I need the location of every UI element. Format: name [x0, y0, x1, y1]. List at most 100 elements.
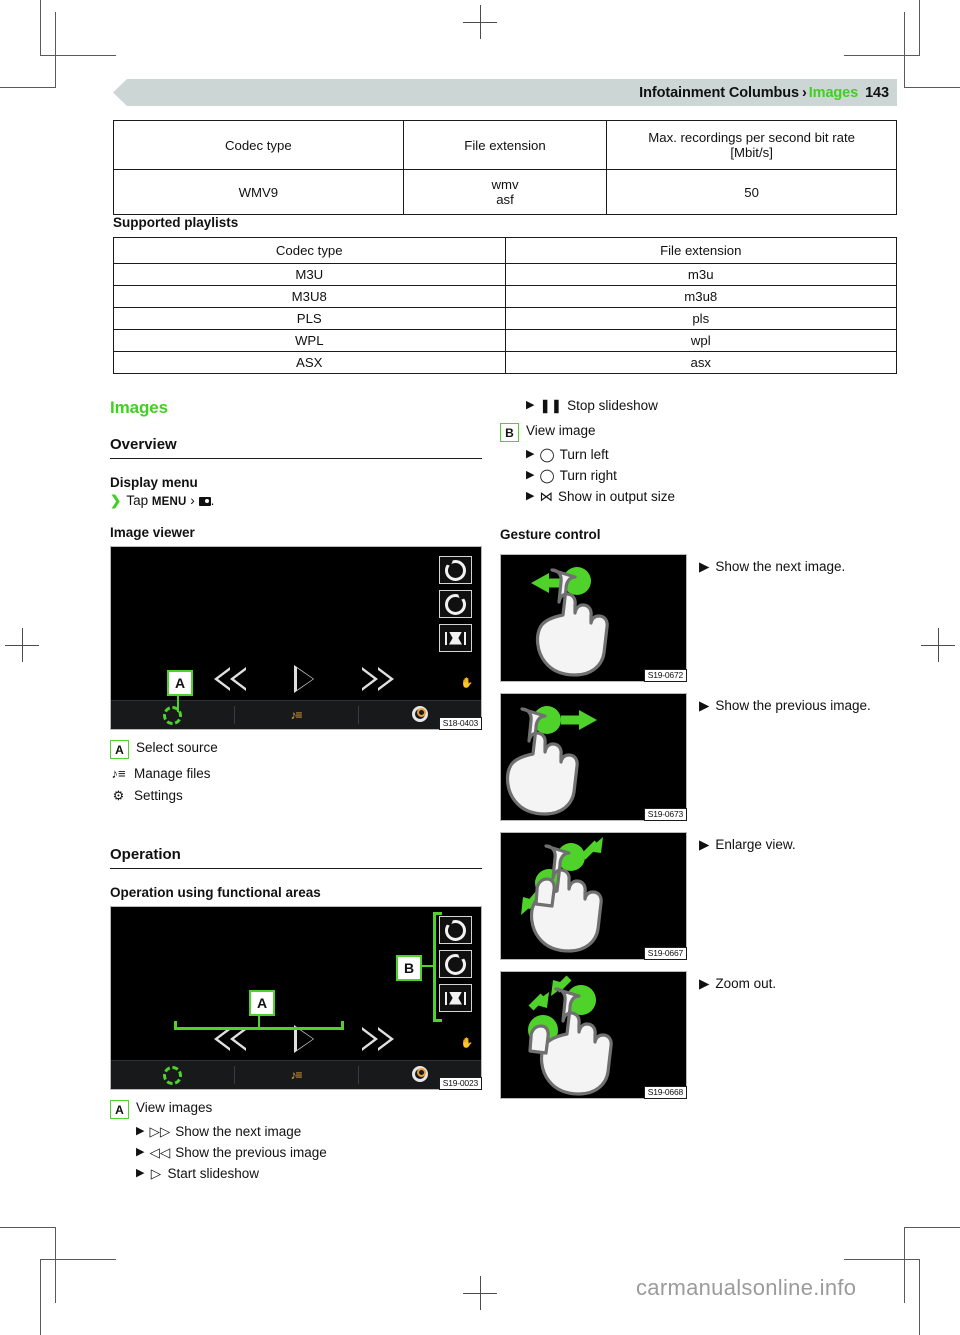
legend-label: Manage files [134, 766, 211, 781]
figure-code: S19-0667 [643, 947, 687, 960]
bullet-arrow-icon: ▶ [699, 559, 710, 574]
hand-hint-icon: ✋ [460, 1038, 473, 1049]
play-slideshow-button[interactable] [294, 665, 314, 693]
output-size-icon: ⋈ [539, 489, 553, 504]
table-header-row: Codec type File extension Max. recording… [113, 120, 897, 170]
next-arrow-icon [362, 1027, 378, 1051]
legend-label: Select source [136, 740, 218, 755]
col-codec-type: Codec type [113, 237, 506, 264]
prev-arrow-icon-2 [230, 1027, 246, 1051]
images-icon [198, 497, 211, 506]
next-arrow-icon-2 [378, 667, 394, 691]
rotate-left-button[interactable] [439, 916, 472, 944]
legend-item: B View image [500, 423, 872, 442]
col-file-extension: File extension [504, 237, 897, 264]
bullet-label: Turn right [559, 468, 617, 483]
figure-code: S18-0403 [438, 717, 482, 730]
col-bitrate-line2: [Mbit/s] [730, 145, 773, 160]
step-suffix: . [210, 493, 215, 508]
legend-badge-a: A [110, 740, 129, 759]
rotate-left-button[interactable] [439, 556, 472, 584]
subsection-overview: Overview [110, 436, 482, 459]
bullet-label: Start slideshow [167, 1166, 260, 1181]
gesture-caption: ▶ Zoom out. [699, 971, 776, 992]
gear-icon [412, 706, 429, 722]
heading-image-viewer: Image viewer [110, 525, 195, 540]
table-row: WPL wpl [113, 329, 897, 352]
bullet-arrow-icon: ▶ [136, 1146, 145, 1158]
bullet-item: ▶ ▷ Start slideshow [136, 1166, 482, 1182]
legend-item: ⚙ Settings [110, 788, 482, 804]
step-text: Tap MENU › . [126, 493, 214, 508]
gear-icon: ⚙ [112, 788, 125, 803]
figure-code: S19-0023 [438, 1077, 482, 1090]
select-source-button[interactable] [111, 701, 234, 729]
next-image-button[interactable] [362, 667, 394, 691]
figure-code: S19-0668 [643, 1086, 687, 1099]
previous-image-button[interactable] [214, 667, 246, 691]
cell-extension: asx [504, 351, 897, 374]
callout-bracket-b [433, 912, 436, 1022]
rotate-left-icon [445, 559, 466, 581]
callout-marker-b: B [396, 955, 422, 981]
output-size-button[interactable] [439, 624, 472, 652]
gesture-caption: ▶ Show the next image. [699, 554, 845, 575]
cell-bitrate: 50 [606, 169, 897, 215]
subsection-operation: Operation [110, 846, 482, 869]
bullet-arrow-icon: ▶ [136, 1167, 145, 1179]
page-header: Infotainment Columbus › Images 143 [113, 79, 897, 106]
select-source-button[interactable] [111, 1061, 234, 1089]
legend-label: View images [136, 1100, 213, 1115]
table-header-row: Codec type File extension [113, 237, 897, 264]
breadcrumb: Infotainment Columbus › Images 143 [639, 85, 889, 101]
gesture-label: Zoom out. [715, 976, 777, 991]
rotate-right-button[interactable] [439, 590, 472, 618]
cell-codec: ASX [113, 351, 506, 374]
viewer-canvas: ✋ ♪≡ [111, 907, 481, 1089]
previous-image-button[interactable] [214, 1027, 246, 1051]
viewer-side-buttons [439, 916, 472, 1012]
image-viewer-screenshot: ✋ ♪≡ A S18-0403 [110, 546, 482, 730]
cell-extension-line2: asf [496, 192, 514, 207]
bullet-label: Turn left [559, 447, 609, 462]
bullet-arrow-icon: ▶ [699, 698, 710, 713]
legend-item: A View images [110, 1100, 482, 1119]
menu-separator: › [190, 493, 195, 508]
cell-extension: m3u [504, 263, 897, 286]
right-column: ▶ ❚❚ Stop slideshow B View image ▶ ◯ Tur… [500, 398, 872, 1110]
next-arrow-icon-2 [378, 1027, 394, 1051]
bullet-arrow-icon: ▶ [526, 490, 535, 502]
manual-title: Infotainment Columbus [639, 84, 799, 101]
viewer-side-buttons [439, 556, 472, 652]
bullet-label: Show the previous image [175, 1145, 327, 1160]
bullet-label: Show in output size [557, 489, 676, 504]
bullet-item: ▶ ◯ Turn right [526, 468, 872, 484]
viewer-status-bar: ♪≡ [111, 700, 481, 729]
manage-files-icon: ♪≡ [111, 766, 126, 781]
viewer-legend: A Select source ♪≡ Manage files ⚙ Settin… [110, 740, 482, 804]
rotate-right-icon [445, 593, 466, 615]
bullet-item: ▶ ▷▷ Show the next image [136, 1124, 482, 1140]
footer-watermark: carmanualsonline.info [636, 1275, 857, 1300]
rotate-right-button[interactable] [439, 950, 472, 978]
swipe-left-illustration [501, 555, 686, 681]
breadcrumb-separator: › [801, 84, 807, 101]
manage-files-button[interactable]: ♪≡ [234, 1061, 357, 1089]
bullet-arrow-icon: ▶ [136, 1125, 145, 1137]
gesture-row: S19-0672 ▶ Show the next image. [500, 554, 872, 682]
gesture-image-swipe-left: S19-0672 [500, 554, 687, 682]
legend-badge-b: B [500, 423, 519, 442]
next-image-button[interactable] [362, 1027, 394, 1051]
gesture-row: S19-0673 ▶ Show the previous image. [500, 693, 872, 821]
registration-mark-right [921, 628, 955, 662]
gesture-image-pinch-close: S19-0668 [500, 971, 687, 1099]
cell-extension: wpl [504, 329, 897, 352]
prev-arrow-icon [214, 1027, 230, 1051]
codec-table: Codec type File extension Max. recording… [113, 120, 897, 215]
gesture-caption: ▶ Enlarge view. [699, 832, 796, 853]
cell-codec: M3U8 [113, 285, 506, 308]
table-row: M3U m3u [113, 263, 897, 286]
bullet-arrow-icon: ▶ [699, 837, 710, 852]
manage-files-button[interactable]: ♪≡ [234, 701, 357, 729]
output-size-button[interactable] [439, 984, 472, 1012]
